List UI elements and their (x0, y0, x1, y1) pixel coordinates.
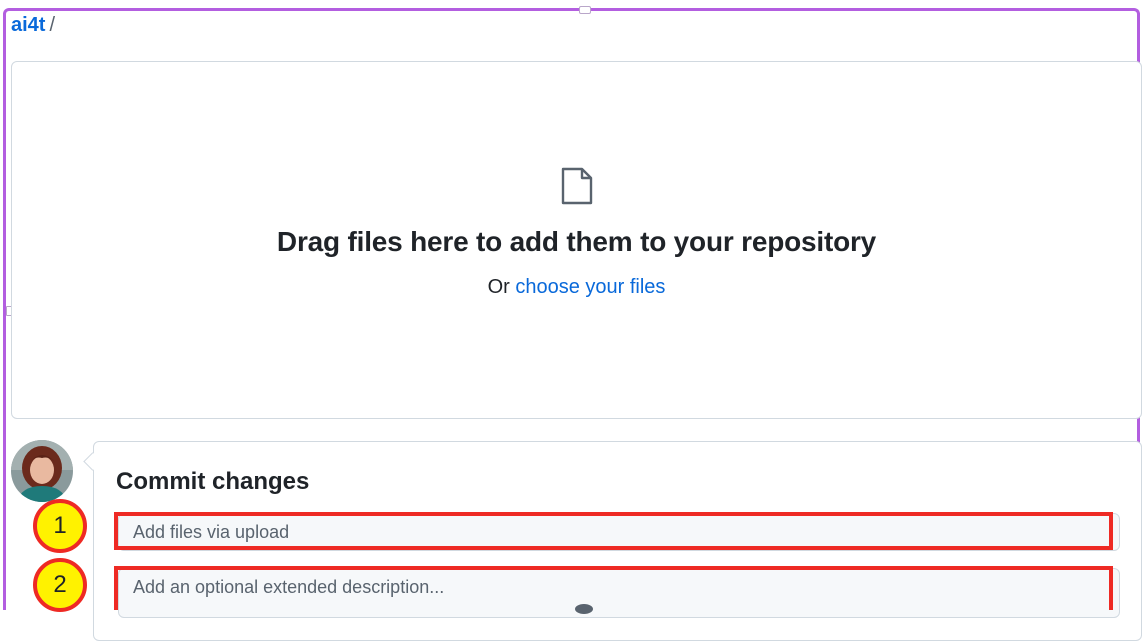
file-icon (561, 167, 593, 205)
commit-title: Commit changes (116, 468, 310, 495)
breadcrumb-owner-link[interactable]: ai4t (11, 14, 45, 36)
commit-description-input[interactable] (118, 568, 1120, 618)
annotation-badge-1: 1 (33, 499, 87, 553)
dropzone-subtitle-prefix: Or (487, 276, 510, 298)
scroll-indicator (575, 604, 593, 614)
dropzone-title: Drag files here to add them to your repo… (276, 226, 877, 257)
commit-summary-input[interactable] (118, 513, 1120, 551)
choose-files-link[interactable]: choose your files (515, 276, 665, 298)
dropzone-subtitle: Or choose your files (11, 276, 1142, 299)
breadcrumb: ai4t / (11, 13, 55, 37)
avatar (11, 440, 73, 502)
annotation-badge-2: 2 (33, 558, 87, 612)
frame-resize-handle-top[interactable] (579, 6, 591, 14)
breadcrumb-separator: / (49, 14, 56, 36)
